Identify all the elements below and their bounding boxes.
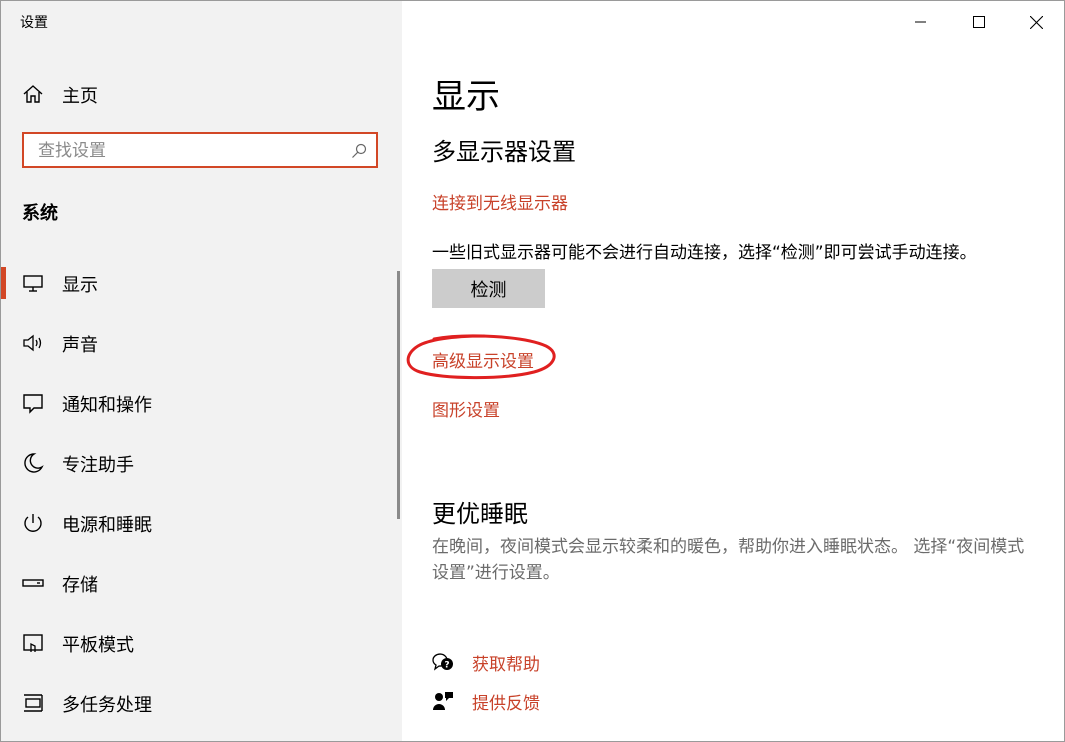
connect-wireless-display-link[interactable]: 连接到无线显示器 bbox=[432, 189, 568, 214]
sidebar-item-label: 通知和操作 bbox=[62, 395, 152, 416]
legacy-display-text: 一些旧式显示器可能不会进行自动连接，选择“检测”即可尝试手动连接。 bbox=[432, 243, 977, 263]
sidebar-item-label: 平板模式 bbox=[62, 635, 134, 656]
sidebar: 设置 主页 系统 显示 bbox=[1, 1, 402, 741]
tablet-icon bbox=[23, 634, 43, 652]
sidebar-item-label: 电源和睡眠 bbox=[62, 515, 152, 536]
settings-window: 设置 主页 系统 显示 bbox=[0, 0, 1065, 742]
sidebar-item-label: 存储 bbox=[62, 575, 98, 596]
multitask-icon bbox=[24, 694, 43, 712]
get-help-link[interactable]: ? 获取帮助 bbox=[432, 649, 540, 675]
monitor-icon bbox=[23, 275, 43, 292]
give-feedback-label: 提供反馈 bbox=[472, 693, 540, 714]
search-box[interactable] bbox=[22, 132, 378, 168]
sidebar-item-notifications[interactable]: 通知和操作 bbox=[1, 375, 396, 431]
storage-icon bbox=[22, 579, 44, 587]
home-icon bbox=[23, 85, 43, 103]
moon-icon bbox=[24, 453, 44, 473]
sidebar-item-tablet-mode[interactable]: 平板模式 bbox=[1, 615, 396, 671]
sidebar-item-label: 声音 bbox=[62, 335, 98, 356]
home-label: 主页 bbox=[62, 86, 98, 107]
get-help-label: 获取帮助 bbox=[472, 654, 540, 675]
sidebar-item-focus-assist[interactable]: 专注助手 bbox=[1, 435, 396, 491]
help-chat-icon: ? bbox=[432, 653, 453, 671]
sidebar-item-power-sleep[interactable]: 电源和睡眠 bbox=[1, 495, 396, 551]
feedback-icon bbox=[433, 692, 453, 710]
speaker-icon bbox=[23, 334, 42, 352]
detect-button[interactable]: 检测 bbox=[432, 269, 545, 308]
sidebar-item-multitasking[interactable]: 多任务处理 bbox=[1, 675, 396, 731]
page-title: 显示 bbox=[432, 77, 500, 117]
active-indicator bbox=[1, 267, 6, 299]
sidebar-item-label: 多任务处理 bbox=[62, 695, 152, 716]
search-icon[interactable] bbox=[351, 143, 367, 159]
sidebar-item-label: 显示 bbox=[62, 275, 98, 296]
sidebar-item-label: 专注助手 bbox=[62, 455, 134, 476]
give-feedback-link[interactable]: 提供反馈 bbox=[432, 688, 540, 714]
section-title-system: 系统 bbox=[22, 203, 58, 224]
sidebar-scrollbar[interactable] bbox=[397, 271, 400, 519]
search-input[interactable] bbox=[36, 138, 340, 164]
window-title: 设置 bbox=[20, 15, 48, 31]
svg-text:?: ? bbox=[444, 661, 449, 671]
power-icon bbox=[24, 514, 42, 532]
sleep-description: 在晚间，夜间模式会显示较柔和的暖色，帮助你进入睡眠状态。 选择“夜间模式设置”进… bbox=[432, 537, 1025, 583]
notification-icon bbox=[23, 394, 43, 414]
main-content: 显示 多显示器设置 连接到无线显示器 一些旧式显示器可能不会进行自动连接，选择“… bbox=[402, 1, 1064, 741]
sidebar-item-storage[interactable]: 存储 bbox=[1, 555, 396, 611]
sleep-heading: 更优睡眠 bbox=[432, 500, 528, 528]
home-nav-item[interactable]: 主页 bbox=[1, 73, 402, 115]
multi-display-heading: 多显示器设置 bbox=[432, 138, 576, 166]
sidebar-item-display[interactable]: 显示 bbox=[1, 255, 396, 311]
sidebar-item-sound[interactable]: 声音 bbox=[1, 315, 396, 371]
graphics-settings-link[interactable]: 图形设置 bbox=[432, 396, 500, 421]
advanced-display-settings-link[interactable]: 高级显示设置 bbox=[432, 347, 534, 372]
